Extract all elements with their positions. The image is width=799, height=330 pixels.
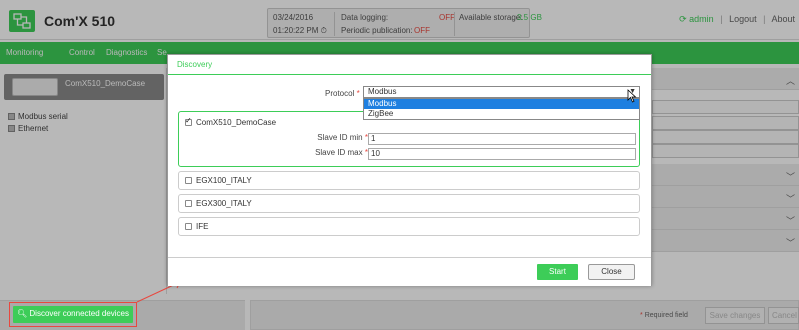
device-checkbox[interactable] [185,223,192,230]
device-card-egx300[interactable]: EGX300_ITALY [178,194,640,213]
device-checkbox[interactable] [185,177,192,184]
protocol-dropdown: Modbus ZigBee [363,98,640,120]
device-card-ife[interactable]: IFE [178,217,640,236]
protocol-select[interactable]: Modbus ▼ [363,86,640,98]
device-name: IFE [196,222,209,231]
protocol-label: Protocol * [325,89,360,98]
search-icon: 🔍︎ [17,309,28,318]
dialog-title: Discovery [177,60,213,69]
close-button[interactable]: Close [588,264,635,280]
protocol-option-modbus[interactable]: Modbus [364,99,639,109]
slave-id-max-label: Slave ID max * [315,148,368,157]
dialog-footer: Start Close [168,257,651,286]
slave-id-max-input[interactable]: 10 [368,148,636,160]
device-name: EGX300_ITALY [196,199,252,208]
discovery-dialog: Discovery Protocol * Modbus ▼ Modbus Zig… [167,54,652,286]
slave-id-min-label: Slave ID min * [317,133,368,142]
device-card-egx100[interactable]: EGX100_ITALY [178,171,640,190]
device-name: EGX100_ITALY [196,176,252,185]
protocol-option-zigbee[interactable]: ZigBee [364,109,639,119]
slave-id-min-input[interactable]: 1 [368,133,636,145]
mouse-cursor-icon [627,89,637,103]
discover-devices-button[interactable]: 🔍︎ Discover connected devices [13,306,133,323]
device-name: ComX510_DemoCase [196,118,277,127]
device-checkbox[interactable] [185,116,192,126]
device-checkbox[interactable] [185,200,192,207]
dialog-title-bar: Discovery [168,55,651,75]
dialog-body: Protocol * Modbus ▼ Modbus ZigBee ComX51… [174,81,645,259]
start-button[interactable]: Start [537,264,578,280]
